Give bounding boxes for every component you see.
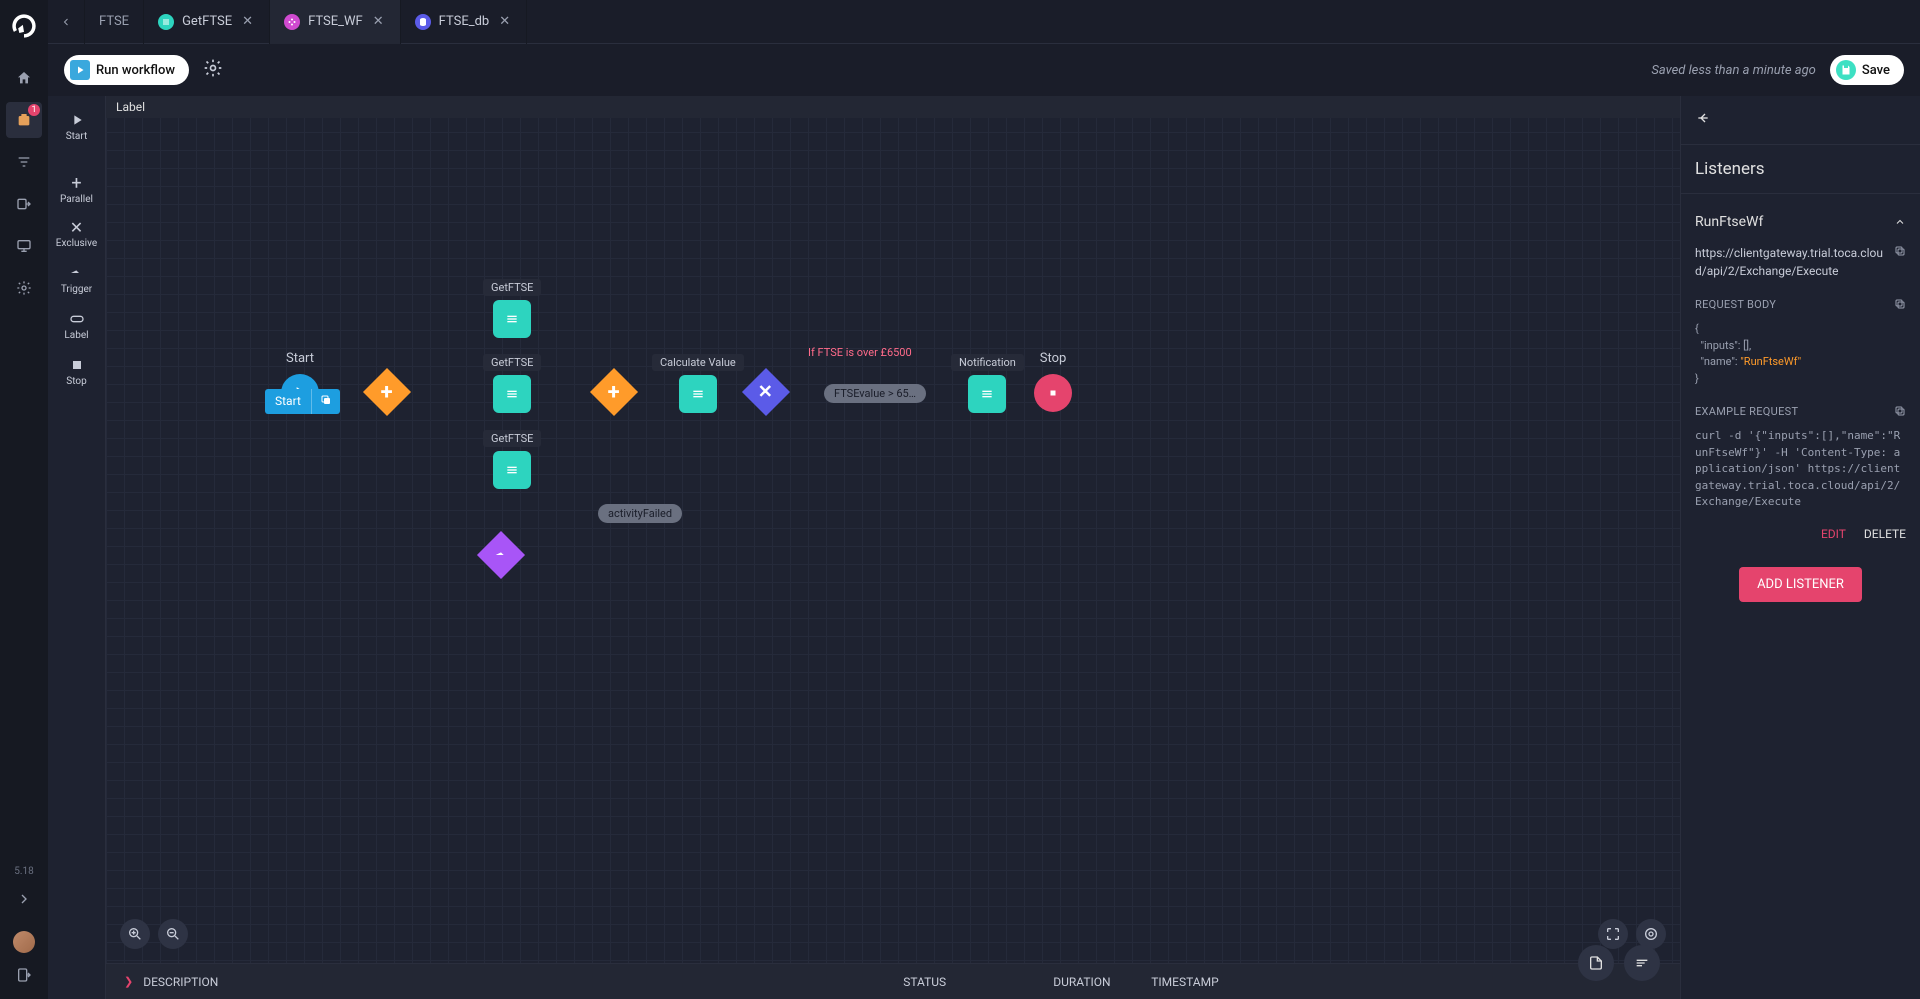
add-listener-button[interactable]: ADD LISTENER [1739,567,1862,602]
copy-url-button[interactable] [1894,244,1906,262]
request-body-code: { "inputs": [], "name": "RunFtseWf" } [1695,321,1906,387]
example-request-code: curl -d '{"inputs":[],"name":"RunFtseWf"… [1695,428,1906,511]
edge-ftsevalue[interactable]: FTSEvalue > 65… [824,384,926,403]
node-exclusive[interactable]: ✕ [749,375,783,409]
listener-name: RunFtseWf [1695,214,1763,230]
delete-button[interactable]: DELETE [1864,527,1906,541]
zoom-in-button[interactable] [120,919,150,949]
chevron-up-icon [1894,216,1906,228]
request-body-label: REQUEST BODY [1695,298,1776,313]
palette-parallel[interactable]: + Parallel [48,150,105,213]
nav-export-icon[interactable] [6,186,42,222]
tab-ftsedb-icon [415,14,431,30]
node-notification[interactable]: Notification [951,354,1024,413]
example-request-label: EXAMPLE REQUEST [1695,405,1798,420]
fab-list-button[interactable] [1624,945,1660,981]
save-label: Save [1862,63,1890,78]
avatar[interactable] [13,931,35,953]
run-workflow-label: Run workflow [96,63,175,78]
save-icon [1836,60,1856,80]
panel-title: Listeners [1681,145,1920,194]
app-logo[interactable] [10,12,38,40]
palette-parallel-label: Parallel [60,194,93,205]
node-getftse-3[interactable]: GetFTSE [483,430,541,489]
node-stop[interactable]: Stop [1034,351,1072,412]
node-start[interactable]: Start Start [281,351,319,412]
palette-start[interactable]: Start [48,104,105,150]
play-icon [70,60,90,80]
copy-example-button[interactable] [1894,405,1906,420]
nav-settings-icon[interactable] [6,270,42,306]
edit-button[interactable]: EDIT [1821,527,1846,541]
tab-getftse-label: GetFTSE [182,14,232,29]
nav-projects-icon[interactable]: 1 [6,102,42,138]
canvas-grid[interactable] [106,96,1680,963]
node-parallel-close[interactable]: + [597,375,631,409]
console-col-description: DESCRIPTION [143,975,903,989]
fab-file-button[interactable] [1578,945,1614,981]
tab-ftsewf-icon [284,14,300,30]
tab-ftsewf-close[interactable]: ✕ [371,14,386,29]
version-label: 5.18 [14,866,34,877]
tab-ftsedb-label: FTSE_db [439,14,490,29]
tab-ftsedb-close[interactable]: ✕ [497,14,512,29]
canvas-header: Label [106,96,1680,118]
console-col-status: STATUS [903,975,1053,989]
palette-label-label: Label [64,330,88,341]
run-workflow-button[interactable]: Run workflow [64,55,189,85]
node-calculate[interactable]: Calculate Value [652,354,744,413]
console-header[interactable]: ❯ DESCRIPTION STATUS DURATION TIMESTAMP [106,963,1680,999]
palette-trigger[interactable]: Trigger [48,257,105,303]
tab-getftse-close[interactable]: ✕ [240,14,255,29]
node-getftse-1[interactable]: GetFTSE [483,279,541,338]
nav-monitor-icon[interactable] [6,228,42,264]
palette-exclusive-label: Exclusive [56,238,97,249]
nav-filter-icon[interactable] [6,144,42,180]
tab-ftsedb[interactable]: FTSE_db ✕ [401,0,527,44]
tab-parent-label: FTSE [99,14,129,29]
palette-stop-label: Stop [66,376,86,387]
rail-expand-icon[interactable] [16,891,32,911]
console-col-duration: DURATION [1053,975,1151,989]
palette-exclusive[interactable]: ✕ Exclusive [48,213,105,257]
node-trigger-fail[interactable] [484,538,518,572]
palette-label[interactable]: Label [48,303,105,349]
start-badge[interactable]: Start [265,389,340,414]
tab-getftse[interactable]: GetFTSE ✕ [144,0,270,44]
edge-activityfailed[interactable]: activityFailed [598,504,682,523]
console-col-timestamp: TIMESTAMP [1151,975,1271,989]
save-button[interactable]: Save [1830,55,1904,85]
palette-stop[interactable]: Stop [48,349,105,395]
copy-body-button[interactable] [1894,298,1906,313]
panel-back-button[interactable] [1681,96,1920,145]
nav-home-icon[interactable] [6,60,42,96]
tab-parent[interactable]: FTSE [85,0,144,44]
tab-getftse-icon [158,14,174,30]
edge-red-text: If FTSE is over £6500 [808,346,912,359]
tab-ftsewf-label: FTSE_WF [308,14,363,29]
saved-status: Saved less than a minute ago [1651,63,1816,78]
tab-back-button[interactable] [48,0,85,44]
listener-url: https://clientgateway.trial.toca.cloud/a… [1695,246,1883,278]
console-toggle-icon[interactable]: ❯ [124,975,133,988]
palette-trigger-label: Trigger [61,284,92,295]
zoom-out-button[interactable] [158,919,188,949]
palette-start-label: Start [66,131,88,142]
rail-exit-icon[interactable] [16,967,32,987]
node-getftse-2[interactable]: GetFTSE [483,354,541,413]
copy-icon[interactable] [312,389,340,414]
listener-header[interactable]: RunFtseWf [1695,208,1906,244]
workflow-settings-button[interactable] [203,58,223,82]
node-parallel-open[interactable]: + [370,375,404,409]
nav-badge: 1 [28,104,40,116]
tab-ftsewf[interactable]: FTSE_WF ✕ [270,0,401,44]
